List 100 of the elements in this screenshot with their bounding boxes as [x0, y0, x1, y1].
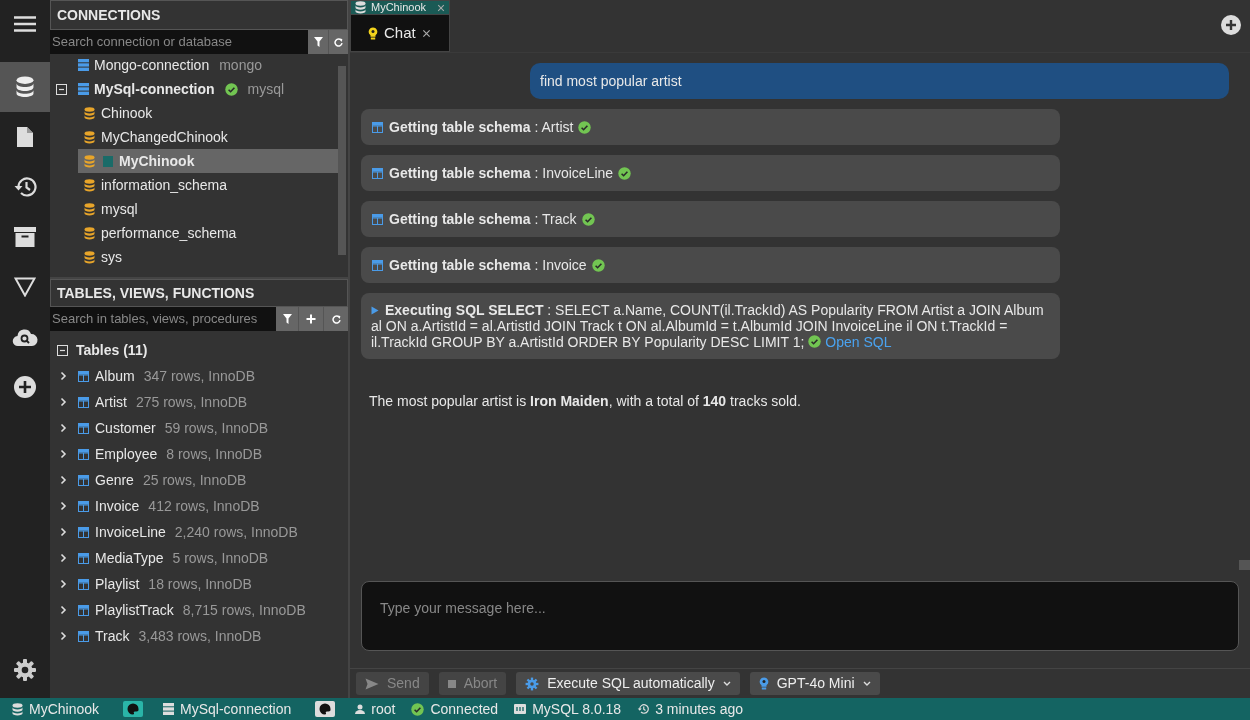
expand-icon[interactable] [60, 501, 67, 511]
scrollbar-thumb[interactable] [1239, 560, 1250, 570]
table-name[interactable]: Employee [95, 443, 158, 465]
table-info: 8 rows, InnoDB [166, 444, 262, 464]
table-info: 275 rows, InnoDB [135, 392, 248, 412]
table-name[interactable]: Album [95, 365, 135, 387]
filter-button[interactable] [276, 307, 298, 331]
database-icon[interactable] [15, 76, 35, 98]
tool-text: Getting table schema : Track [389, 209, 577, 229]
user-message: find most popular artist [530, 63, 1229, 99]
database-item[interactable]: information_schema [78, 173, 338, 197]
table-name[interactable]: Track [95, 625, 130, 647]
search-field[interactable]: Search connection or database [50, 30, 308, 54]
add-button[interactable] [298, 307, 323, 331]
expand-icon[interactable] [60, 449, 67, 459]
status-item[interactable]: Connected [430, 698, 499, 720]
history-icon[interactable] [13, 176, 37, 198]
table-name[interactable]: Customer [95, 417, 156, 439]
filter-icon [313, 37, 323, 47]
database-item[interactable]: MyChinook [78, 149, 338, 173]
table-name[interactable]: InvoiceLine [95, 521, 166, 543]
add-icon[interactable] [13, 375, 37, 399]
mode-button[interactable]: Execute SQL automatically [516, 672, 740, 695]
database-item[interactable]: sys [78, 245, 338, 269]
table-name[interactable]: Invoice [95, 495, 140, 517]
expand-icon[interactable] [60, 553, 67, 563]
database-tab[interactable]: MyChinook [350, 0, 450, 15]
table-icon [372, 167, 383, 179]
close-icon[interactable] [421, 28, 431, 38]
palette-icon [127, 703, 140, 715]
expand-icon[interactable] [60, 371, 67, 381]
server-icon [163, 703, 175, 715]
palette-button[interactable] [123, 701, 144, 717]
engine-label: mongo [219, 55, 262, 75]
database-item[interactable]: Chinook [78, 101, 338, 125]
lightbulb-icon [758, 677, 769, 690]
database-item[interactable]: MyChangedChinook [78, 125, 338, 149]
caret-icon [722, 681, 731, 686]
gear-icon [525, 676, 540, 691]
status-item[interactable]: 3 minutes ago [655, 698, 744, 720]
server-icon [78, 59, 89, 71]
table-name[interactable]: PlaylistTrack [95, 599, 174, 621]
refresh-button[interactable] [323, 307, 348, 331]
database-icon [84, 178, 95, 192]
expand-icon[interactable] [60, 579, 67, 589]
sql-text: Executing SQL SELECT : SELECT a.Name, COUNT(il.TrackId) AS Popularity FROM Artist a JOIN Album al ON a.ArtistId = al.ArtistId JOIN Track t ON al.AlbumId = t.AlbumId JOIN InvoiceLine il ON t.TrackId = il.TrackId GROUP BY a.ArtistId ORDER BY Popularity DESC LIMIT 1; Open SQL [371, 302, 1045, 350]
lightbulb-icon [368, 26, 378, 40]
collapse-icon[interactable] [56, 83, 67, 95]
table-info: 18 rows, InnoDB [148, 574, 252, 594]
status-item[interactable]: MySQL 8.0.18 [532, 698, 622, 720]
database-item[interactable]: performance_schema [78, 221, 338, 245]
connection-name[interactable]: MySql-connection [94, 78, 215, 100]
expand-icon[interactable] [60, 527, 67, 537]
filter-button[interactable] [308, 30, 328, 54]
database-icon [84, 130, 95, 144]
add-tab-icon[interactable] [1220, 14, 1242, 36]
chat-tab[interactable]: Chat [350, 15, 450, 52]
message-input[interactable]: Type your message here... [361, 581, 1239, 651]
palette-icon [319, 703, 332, 715]
panel-title: CONNECTIONS [57, 5, 161, 25]
status-item[interactable]: MyChinook [29, 698, 100, 720]
filter-icon [282, 314, 292, 324]
expand-icon[interactable] [60, 605, 67, 615]
expand-icon[interactable] [60, 475, 67, 485]
table-name[interactable]: MediaType [95, 547, 164, 569]
status-item[interactable]: root [371, 698, 396, 720]
file-icon[interactable] [16, 126, 34, 148]
panel-title: TABLES, VIEWS, FUNCTIONS [57, 283, 255, 303]
triangle-filter-icon[interactable] [14, 277, 36, 297]
table-icon [372, 259, 383, 271]
refresh-button[interactable] [328, 30, 348, 54]
search-field[interactable]: Search in tables, views, procedures [50, 307, 276, 331]
table-icon [78, 526, 89, 538]
expand-icon[interactable] [60, 631, 67, 641]
cloud-search-icon[interactable] [12, 327, 38, 347]
table-icon [78, 370, 89, 382]
connection-name[interactable]: Mongo-connection [94, 54, 210, 76]
model-button[interactable]: GPT-4o Mini [749, 672, 880, 695]
collapse-icon[interactable] [57, 344, 68, 356]
table-icon [78, 396, 89, 408]
table-icon [372, 213, 383, 225]
database-item[interactable]: mysql [78, 197, 338, 221]
expand-icon[interactable] [60, 397, 67, 407]
palette-button[interactable] [315, 701, 336, 717]
table-name[interactable]: Playlist [95, 573, 140, 595]
tool-text: Getting table schema : Artist [389, 117, 574, 137]
database-icon [12, 702, 23, 716]
table-name[interactable]: Artist [95, 391, 127, 413]
menu-icon[interactable] [14, 16, 36, 32]
send-icon [365, 677, 379, 690]
close-icon[interactable] [437, 3, 445, 12]
status-item[interactable]: MySql-connection [180, 698, 292, 720]
table-icon [78, 474, 89, 486]
table-info: 5 rows, InnoDB [172, 548, 269, 568]
stop-icon [447, 679, 456, 688]
group-label[interactable]: Tables (11) [76, 339, 148, 361]
table-name[interactable]: Genre [95, 469, 134, 491]
archive-icon[interactable] [14, 227, 36, 247]
scrollbar-thumb[interactable] [338, 66, 346, 255]
expand-icon[interactable] [60, 423, 67, 433]
